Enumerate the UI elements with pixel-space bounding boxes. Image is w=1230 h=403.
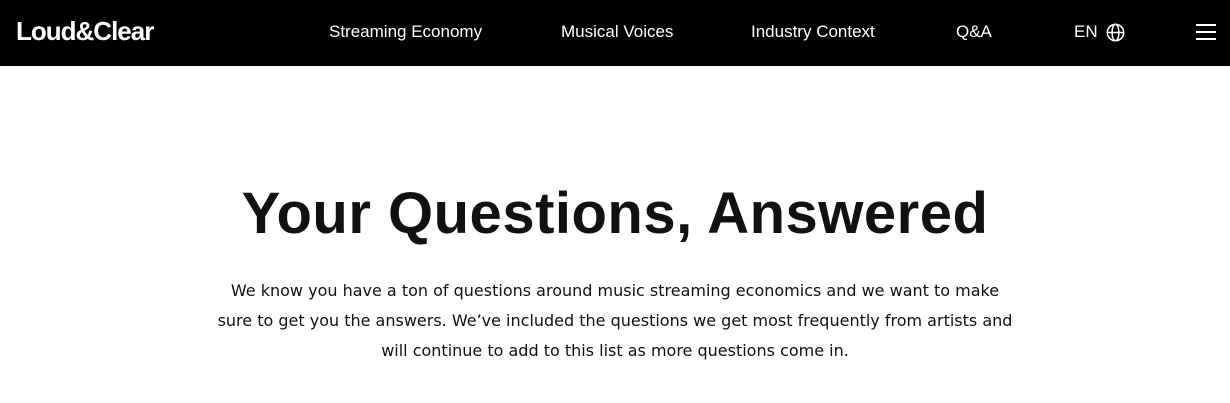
page-title: Your Questions, Answered [241, 181, 989, 246]
globe-icon [1106, 23, 1125, 41]
site-header: Loud&Clear Streaming Economy Musical Voi… [0, 0, 1230, 66]
site-logo[interactable]: Loud&Clear [16, 14, 154, 48]
menu-bar [1196, 38, 1216, 40]
language-selector[interactable]: EN [1074, 21, 1125, 43]
nav-qa[interactable]: Q&A [956, 21, 992, 43]
nav-musical-voices[interactable]: Musical Voices [561, 21, 673, 43]
menu-bar [1196, 24, 1216, 26]
nav-streaming-economy[interactable]: Streaming Economy [329, 21, 482, 43]
hamburger-menu-icon[interactable] [1196, 23, 1216, 41]
menu-bar [1196, 31, 1216, 33]
intro-paragraph: We know you have a ton of questions arou… [217, 281, 1013, 360]
nav-industry-context[interactable]: Industry Context [751, 21, 875, 43]
language-label: EN [1074, 22, 1098, 41]
